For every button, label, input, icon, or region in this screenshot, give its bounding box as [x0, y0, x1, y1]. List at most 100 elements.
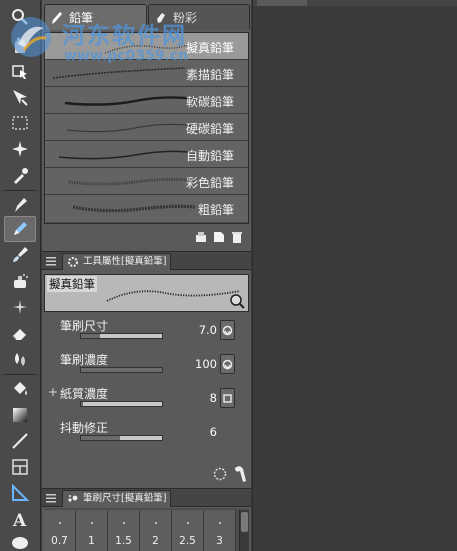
size-label: 1: [88, 535, 95, 547]
tool-property-tab-label: 工具屬性[擬真鉛筆]: [83, 256, 167, 267]
hand-tool-icon[interactable]: [4, 32, 36, 58]
blend-tool-icon[interactable]: [4, 346, 36, 372]
move-layer-icon[interactable]: [4, 84, 36, 110]
pressure-icon[interactable]: [220, 354, 235, 374]
app-window: A 鉛筆 粉彩 擬真鉛筆 素描鉛筆 軟碳鉛筆 硬碳鉛筆 自動鉛筆 彩色鉛筆 粗鉛…: [0, 0, 457, 551]
size-label: 0.7: [51, 535, 68, 547]
tab-tool-property[interactable]: 工具屬性[擬真鉛筆]: [62, 253, 172, 270]
brush-size-cell[interactable]: 2.5: [172, 510, 204, 551]
frame-tool-icon[interactable]: [4, 454, 36, 480]
property-value[interactable]: 8: [210, 391, 217, 405]
property-slider[interactable]: [80, 333, 163, 339]
balloon-tool-icon[interactable]: [4, 530, 36, 551]
zoom-tool-icon[interactable]: [4, 4, 36, 30]
pressure-icon[interactable]: [220, 320, 235, 340]
fill-tool-icon[interactable]: [4, 376, 36, 402]
property-slider[interactable]: [80, 435, 163, 441]
property-slider[interactable]: [80, 401, 163, 407]
property-row: 筆刷濃度 100: [44, 348, 249, 382]
brush-size-cell[interactable]: 1.5: [108, 510, 140, 551]
ruler-tool-icon[interactable]: [4, 480, 36, 506]
brush-item-sketch-pencil[interactable]: 素描鉛筆: [45, 60, 248, 87]
delete-sub-tool-icon[interactable]: [230, 230, 244, 244]
brush-label: 擬真鉛筆: [185, 41, 234, 55]
property-slider[interactable]: [80, 367, 163, 373]
brush-item-mechanical[interactable]: 自動鉛筆: [45, 141, 248, 168]
property-label: 紙質濃度: [60, 387, 109, 401]
slider-fill: [81, 402, 83, 406]
brush-size-grid: 0.7 1 1.5 2 2.5 3: [44, 508, 249, 551]
sub-tool-tabs: 鉛筆 粉彩: [42, 4, 251, 30]
brush-list: 擬真鉛筆 素描鉛筆 軟碳鉛筆 硬碳鉛筆 自動鉛筆 彩色鉛筆 粗鉛筆: [44, 32, 249, 224]
preview-stroke: [106, 290, 241, 302]
brush-size-cell[interactable]: 2: [140, 510, 172, 551]
brush-size-cell[interactable]: 1: [76, 510, 108, 551]
canvas-area: [252, 0, 457, 551]
airbrush-tool-icon[interactable]: [4, 268, 36, 294]
brush-size-header: 筆刷尺寸[擬真鉛筆]: [42, 488, 251, 507]
brush-size-cell[interactable]: 3: [204, 510, 236, 551]
copy-sub-tool-icon[interactable]: [194, 230, 208, 244]
brush-size-cell[interactable]: 0.7: [44, 510, 76, 551]
scroll-thumb[interactable]: [241, 512, 248, 532]
brush-label: 軟碳鉛筆: [185, 95, 234, 109]
brush-label: 粗鉛筆: [197, 203, 234, 217]
wrench-icon[interactable]: [232, 465, 248, 483]
property-value[interactable]: 6: [210, 425, 217, 439]
figure-tool-icon[interactable]: [4, 428, 36, 454]
property-label: 筆刷尺寸: [60, 319, 109, 333]
tab-pastel[interactable]: 粉彩: [148, 4, 250, 30]
text-tool-icon[interactable]: A: [4, 506, 36, 532]
eyedropper-tool-icon[interactable]: [4, 162, 36, 188]
sub-tool-palette: 鉛筆 粉彩 擬真鉛筆 素描鉛筆 軟碳鉛筆 硬碳鉛筆 自動鉛筆 彩色鉛筆 粗鉛筆 …: [42, 0, 251, 551]
square-icon[interactable]: [220, 388, 235, 408]
brush-size-scrollbar[interactable]: [239, 510, 249, 551]
eraser-tool-icon[interactable]: [4, 320, 36, 346]
tab-pencil[interactable]: 鉛筆: [44, 4, 147, 30]
reset-icon[interactable]: [212, 466, 228, 482]
brush-size-icon: [68, 495, 78, 502]
brush-item-realistic-pencil[interactable]: 擬真鉛筆: [45, 33, 248, 60]
pen-tool-icon[interactable]: [4, 192, 36, 218]
size-dot: [219, 522, 221, 524]
brush-label: 自動鉛筆: [185, 149, 234, 163]
tool-property-toolbar: [44, 462, 249, 486]
brush-item-thick-pencil[interactable]: 粗鉛筆: [45, 195, 248, 222]
tool-bar: A: [0, 0, 41, 551]
svg-text:A: A: [12, 511, 27, 529]
canvas-tab-strip: [253, 0, 457, 6]
expand-icon[interactable]: +: [48, 385, 58, 399]
decoration-tool-icon[interactable]: [4, 294, 36, 320]
brush-item-color-pencil[interactable]: 彩色鉛筆: [45, 168, 248, 195]
pencil-tool-icon[interactable]: [4, 216, 36, 242]
property-row: 筆刷尺寸 7.0: [44, 314, 249, 348]
brush-item-soft-carbon[interactable]: 軟碳鉛筆: [45, 87, 248, 114]
auto-select-tool-icon[interactable]: [4, 136, 36, 162]
tab-pastel-label: 粉彩: [173, 11, 198, 25]
property-value[interactable]: 7.0: [199, 323, 217, 337]
tab-brush-size[interactable]: 筆刷尺寸[擬真鉛筆]: [62, 490, 172, 507]
property-value[interactable]: 100: [195, 357, 217, 371]
size-dot: [123, 522, 125, 524]
panel-menu-icon[interactable]: [46, 493, 56, 503]
brush-tool-icon[interactable]: [4, 242, 36, 268]
brush-list-toolbar: [44, 226, 249, 248]
magnify-icon[interactable]: [229, 293, 245, 309]
object-tool-icon[interactable]: [4, 58, 36, 84]
panel-menu-icon[interactable]: [46, 256, 56, 266]
canvas-tab[interactable]: [257, 0, 307, 6]
brush-label: 素描鉛筆: [185, 68, 234, 82]
size-label: 2: [152, 535, 159, 547]
size-dot: [91, 522, 93, 524]
tool-property-header: 工具屬性[擬真鉛筆]: [42, 251, 251, 270]
selection-tool-icon[interactable]: [4, 110, 36, 136]
new-sub-tool-icon[interactable]: [212, 230, 226, 244]
tool-property-icon: [68, 257, 78, 267]
brush-item-hard-carbon[interactable]: 硬碳鉛筆: [45, 114, 248, 141]
preview-brush-name: 擬真鉛筆: [47, 276, 97, 292]
size-dot: [187, 522, 189, 524]
size-label: 3: [216, 535, 223, 547]
slider-fill: [81, 436, 120, 440]
gradient-tool-icon[interactable]: [4, 402, 36, 428]
property-label: 筆刷濃度: [60, 353, 109, 367]
